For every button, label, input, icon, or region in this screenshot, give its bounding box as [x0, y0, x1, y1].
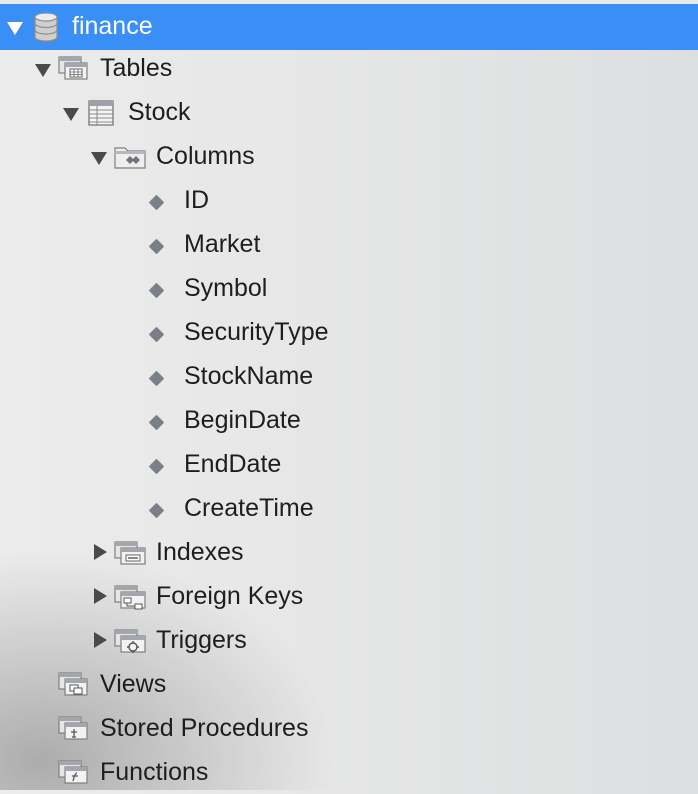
column-diamond-icon: [148, 238, 165, 255]
tree-item-label: Functions: [100, 758, 209, 786]
disclosure-expanded-icon[interactable]: [63, 108, 79, 121]
column-diamond-icon: [148, 502, 165, 519]
column-diamond-icon: [148, 370, 165, 387]
column-label: Symbol: [184, 274, 268, 302]
tree-item-stored-procedures[interactable]: Stored Procedures: [0, 706, 698, 750]
column-label: SecurityType: [184, 318, 329, 346]
column-label: CreateTime: [184, 494, 314, 522]
database-icon: [33, 12, 59, 47]
column-diamond-icon: [148, 458, 165, 475]
disclosure-expanded-icon[interactable]: [7, 22, 23, 35]
tree-item-column[interactable]: EndDate: [0, 442, 698, 486]
tree-item-column[interactable]: Market: [0, 222, 698, 266]
disclosure-expanded-icon[interactable]: [91, 152, 107, 165]
tree-item-label: Views: [100, 670, 167, 698]
tree-item-column[interactable]: BeginDate: [0, 398, 698, 442]
folder-icon: [58, 55, 92, 88]
triggers-folder-icon: [114, 627, 148, 662]
tree-item-label: Foreign Keys: [156, 582, 304, 610]
tree-item-column[interactable]: Symbol: [0, 266, 698, 310]
column-label: ID: [184, 186, 209, 214]
tree-item-column[interactable]: CreateTime: [0, 486, 698, 530]
tree-item-indexes[interactable]: Indexes: [0, 530, 698, 574]
indexes-folder-icon: [114, 539, 148, 572]
column-label: BeginDate: [184, 406, 301, 434]
tree-item-column[interactable]: ID: [0, 178, 698, 222]
column-label: StockName: [184, 362, 314, 390]
views-folder-icon: [58, 671, 92, 704]
column-label: EndDate: [184, 450, 282, 478]
column-diamond-icon: [148, 194, 165, 211]
tree-item-views[interactable]: Views: [0, 662, 698, 706]
tree-item-label: Indexes: [156, 538, 244, 566]
column-diamond-icon: [148, 282, 165, 299]
tree-item-tables[interactable]: Tables: [0, 46, 698, 90]
tree-item-column[interactable]: StockName: [0, 354, 698, 398]
foreign-keys-folder-icon: [114, 583, 148, 618]
disclosure-expanded-icon[interactable]: [35, 64, 51, 77]
disclosure-collapsed-icon[interactable]: [94, 544, 107, 560]
column-label: Market: [184, 230, 261, 258]
functions-folder-icon: [58, 759, 92, 792]
tree-item-database[interactable]: finance: [0, 4, 698, 50]
tree-item-label: Stock: [128, 98, 191, 126]
tree-item-label: finance: [72, 12, 153, 40]
column-diamond-icon: [148, 326, 165, 343]
tree-item-label: Triggers: [156, 626, 247, 654]
tree-item-table-stock[interactable]: Stock: [0, 90, 698, 134]
columns-folder-icon: [114, 143, 148, 176]
tree-item-functions[interactable]: Functions: [0, 750, 698, 794]
tree-item-label: Stored Procedures: [100, 714, 309, 742]
table-icon: [87, 99, 115, 132]
tree-item-foreign-keys[interactable]: Foreign Keys: [0, 574, 698, 618]
column-diamond-icon: [148, 414, 165, 431]
tree-item-label: Columns: [156, 142, 255, 170]
tree-item-triggers[interactable]: Triggers: [0, 618, 698, 662]
disclosure-collapsed-icon[interactable]: [94, 588, 107, 604]
procedures-folder-icon: [58, 715, 92, 748]
tree-item-label: Tables: [100, 54, 173, 82]
tree-item-column[interactable]: SecurityType: [0, 310, 698, 354]
disclosure-collapsed-icon[interactable]: [94, 632, 107, 648]
tree-item-columns[interactable]: Columns: [0, 134, 698, 178]
